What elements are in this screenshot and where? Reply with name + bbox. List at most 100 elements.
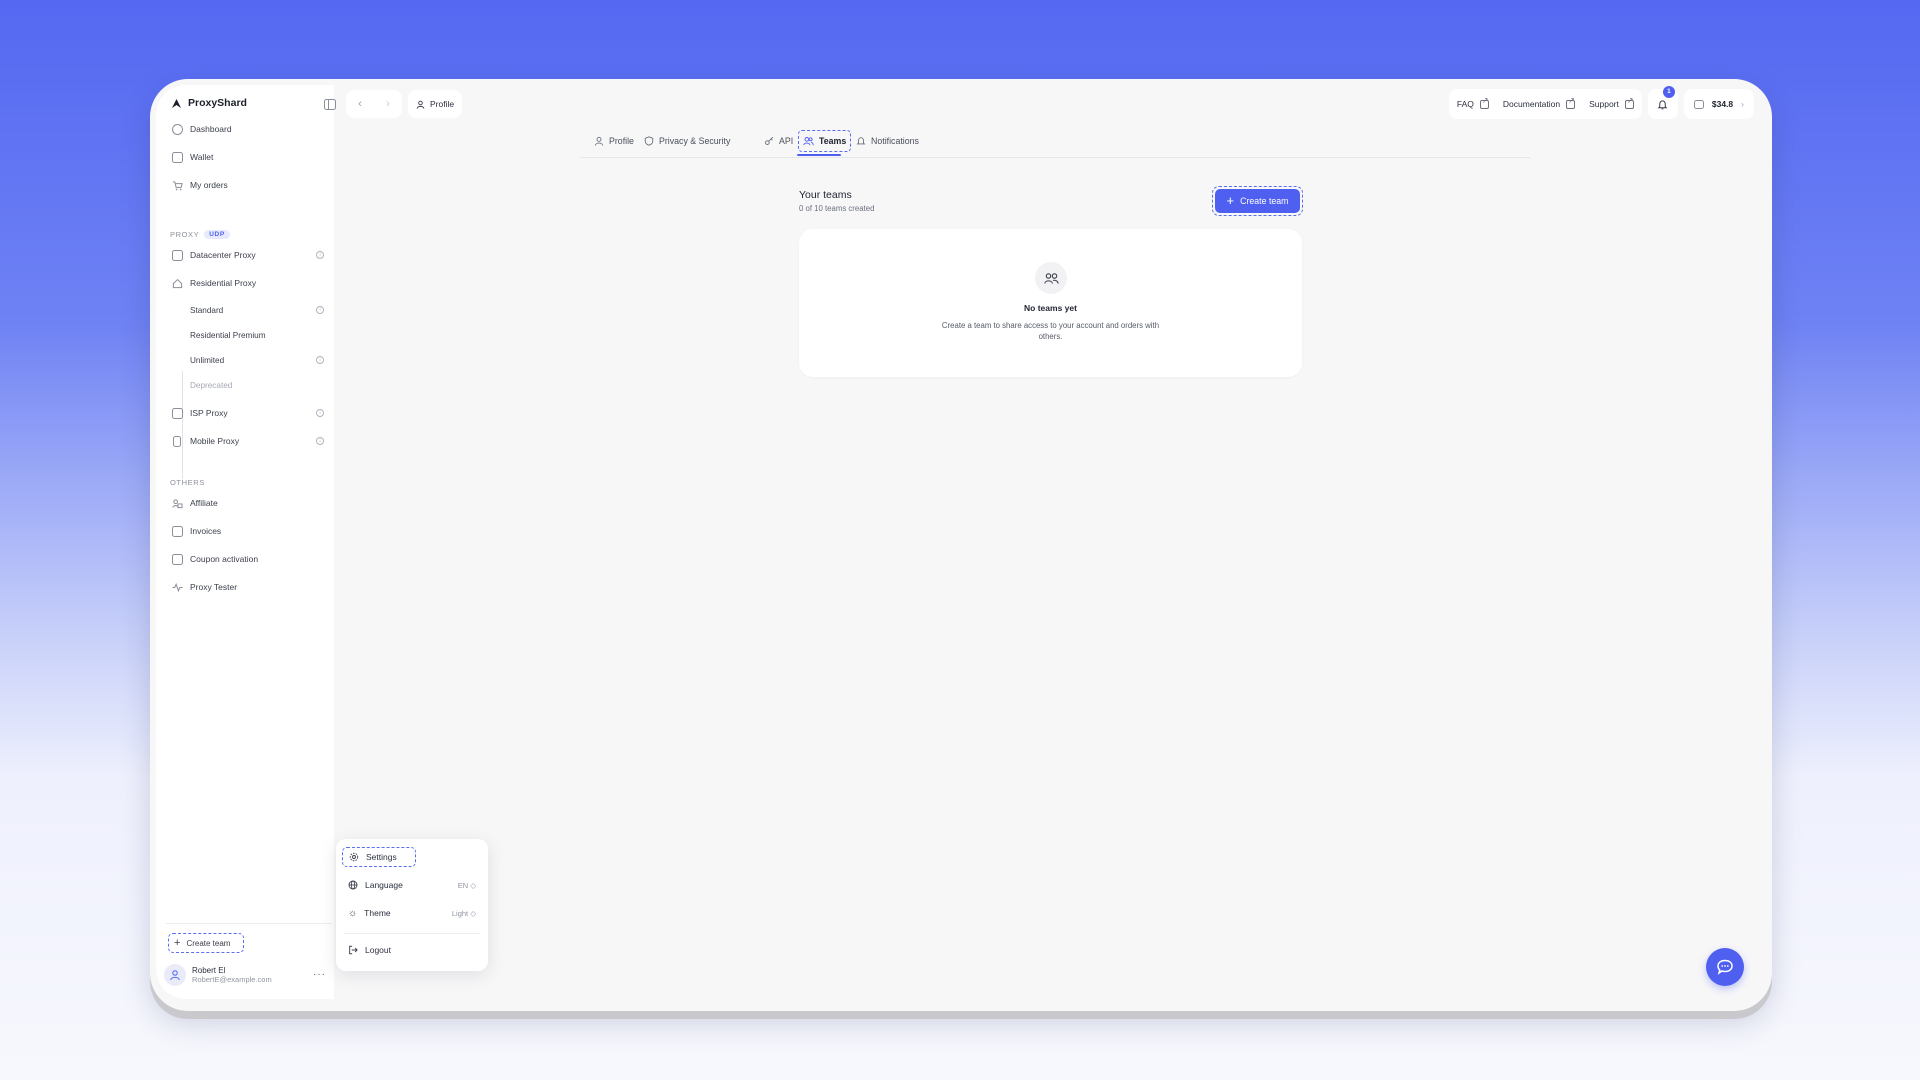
sidebar-subitem-deprecated[interactable]: Deprecated (186, 374, 330, 396)
balance-amount: $34.8 (1711, 99, 1734, 109)
sidebar-item-dashboard[interactable]: Dashboard (166, 117, 330, 141)
chat-support-button[interactable] (1706, 948, 1744, 986)
logo-icon (172, 98, 181, 108)
sidebar-item-proxy-tester[interactable]: Proxy Tester (166, 575, 330, 599)
sidebar-item-label: Proxy Tester (190, 582, 238, 592)
sidebar-create-team-button[interactable]: + Create team (168, 933, 244, 953)
building-icon (172, 407, 183, 419)
external-link-icon (1566, 96, 1576, 109)
wallet-icon (172, 151, 183, 163)
chat-icon (1717, 959, 1733, 975)
pulse-icon (172, 582, 183, 592)
sidebar-toggle-icon[interactable] (324, 99, 336, 110)
menu-item-theme[interactable]: ☼ Theme Light ◇ (342, 903, 482, 923)
create-team-button[interactable]: + Create team (1215, 189, 1300, 213)
history-nav: ‹ › (346, 90, 402, 118)
tab-notifications[interactable]: Notifications (852, 130, 923, 152)
coupon-icon (172, 553, 183, 565)
sidebar-subitem-standard[interactable]: Standard i (186, 299, 330, 321)
chevron-updown-icon: ◇ (470, 908, 476, 918)
menu-item-settings[interactable]: Settings (342, 847, 416, 867)
info-icon[interactable]: i (316, 437, 324, 445)
tab-teams[interactable]: Teams (798, 130, 852, 152)
sidebar-item-label: Affiliate (190, 498, 218, 508)
sidebar-item-datacenter-proxy[interactable]: Datacenter Proxy i (166, 243, 330, 267)
support-link[interactable]: Support (1589, 96, 1634, 109)
sidebar-item-invoices[interactable]: Invoices (166, 519, 330, 543)
chevron-right-icon: › (1741, 99, 1744, 109)
empty-state-card: No teams yet Create a team to share acce… (799, 229, 1302, 377)
sidebar-item-label: Dashboard (190, 124, 232, 134)
page-title: Your teams (799, 189, 852, 201)
external-link-icon (1479, 96, 1489, 109)
empty-state-title: No teams yet (1024, 303, 1077, 313)
sidebar-item-isp-proxy[interactable]: ISP Proxy i (166, 401, 330, 425)
affiliate-icon (172, 498, 183, 508)
team-empty-icon-wrap (1035, 262, 1067, 294)
submenu-line (182, 371, 183, 479)
sidebar-divider (166, 923, 332, 924)
sidebar-subitem-unlimited[interactable]: Unlimited i (186, 349, 330, 371)
tab-profile[interactable]: Profile (590, 130, 638, 152)
notifications-button[interactable]: 1 (1647, 86, 1678, 119)
back-arrow-icon[interactable]: ‹ (358, 98, 362, 110)
info-icon[interactable]: i (316, 409, 324, 417)
empty-state-description: Create a team to share access to your ac… (941, 321, 1160, 341)
menu-item-language[interactable]: Language EN ◇ (342, 875, 482, 895)
balance-button[interactable]: $34.8 › (1683, 89, 1754, 119)
app-window: ProxyShard Dashboard Wallet My orders PR… (150, 79, 1772, 1011)
language-value: EN ◇ (457, 880, 476, 890)
others-section-label: OTHERS (170, 478, 205, 487)
key-icon (765, 136, 774, 145)
logout-icon (349, 945, 358, 955)
users-icon (1043, 272, 1059, 284)
bell-icon (1657, 99, 1668, 109)
sidebar-item-coupon-activation[interactable]: Coupon activation (166, 547, 330, 571)
tab-privacy-security[interactable]: Privacy & Security (640, 130, 734, 152)
sidebar-item-wallet[interactable]: Wallet (166, 145, 330, 169)
more-icon[interactable]: ··· (313, 969, 326, 980)
topbar-actions: FAQ Documentation Support 1 $34.8 › (1448, 86, 1754, 119)
sidebar-item-label: Coupon activation (190, 554, 259, 564)
active-tab-indicator (797, 154, 841, 156)
invoice-icon (172, 525, 183, 537)
info-icon[interactable]: i (316, 306, 324, 314)
notification-count-badge: 1 (1662, 86, 1675, 98)
brand[interactable]: ProxyShard (171, 97, 247, 109)
wallet-icon (1693, 99, 1704, 109)
sidebar-item-label: Datacenter Proxy (190, 250, 256, 260)
faq-link[interactable]: FAQ (1457, 96, 1489, 109)
help-links: FAQ Documentation Support (1448, 89, 1642, 119)
server-icon (172, 249, 183, 261)
cart-icon (172, 180, 183, 190)
teams-count: 0 of 10 teams created (799, 204, 875, 213)
forward-arrow-icon[interactable]: › (386, 98, 390, 110)
menu-item-logout[interactable]: Logout (342, 940, 482, 960)
sidebar-item-affiliate[interactable]: Affiliate (166, 491, 330, 515)
theme-value: Light ◇ (451, 908, 476, 918)
chevron-updown-icon: ◇ (470, 880, 476, 890)
sidebar-item-mobile-proxy[interactable]: Mobile Proxy i (166, 429, 330, 453)
sidebar-item-label: Wallet (190, 152, 214, 162)
mobile-icon (173, 435, 181, 447)
external-link-icon (1624, 96, 1634, 109)
sidebar-item-label: Mobile Proxy (190, 436, 240, 446)
user-profile[interactable]: Robert El RobertE@example.com ··· (164, 960, 330, 990)
sidebar-item-label: Invoices (190, 526, 222, 536)
plus-icon: + (1226, 193, 1235, 208)
sidebar-subitem-residential-premium[interactable]: Residential Premium (186, 324, 330, 346)
info-icon[interactable]: i (316, 251, 324, 259)
documentation-link[interactable]: Documentation (1503, 96, 1576, 109)
info-icon[interactable]: i (316, 356, 324, 364)
user-email: RobertE@example.com (192, 975, 272, 984)
globe-icon (348, 880, 358, 890)
sidebar: ProxyShard Dashboard Wallet My orders PR… (156, 85, 336, 999)
tab-api[interactable]: API (760, 130, 797, 152)
settings-tabs: Profile Privacy & Security API Teams Not… (580, 130, 1530, 158)
user-icon (170, 970, 180, 981)
user-menu-popup: Settings Language EN ◇ ☼ Theme Light ◇ L… (336, 839, 488, 971)
sidebar-item-my-orders[interactable]: My orders (166, 173, 330, 197)
sidebar-item-residential-proxy[interactable]: Residential Proxy (166, 271, 330, 295)
breadcrumb[interactable]: Profile (408, 90, 463, 118)
gear-icon (349, 852, 359, 862)
